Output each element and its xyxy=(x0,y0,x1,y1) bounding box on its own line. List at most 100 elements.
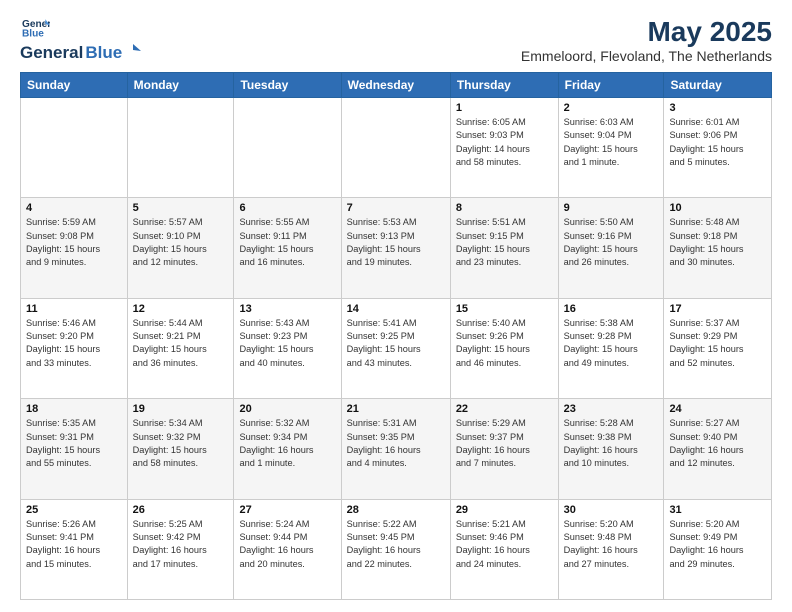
calendar-cell: 5 Sunrise: 5:57 AM Sunset: 9:10 PM Daylig… xyxy=(127,198,234,298)
day-info: Sunrise: 6:01 AM Sunset: 9:06 PM Dayligh… xyxy=(669,116,766,169)
calendar-cell xyxy=(21,98,128,198)
calendar-cell xyxy=(127,98,234,198)
day-info: Sunrise: 5:46 AM Sunset: 9:20 PM Dayligh… xyxy=(26,317,122,370)
subtitle: Emmeloord, Flevoland, The Netherlands xyxy=(521,48,772,64)
calendar-cell: 11 Sunrise: 5:46 AM Sunset: 9:20 PM Dayli… xyxy=(21,298,128,398)
calendar-cell: 12Sunrise: 5:44 AM Sunset: 9:21 PM Dayli… xyxy=(127,298,234,398)
main-title: May 2025 xyxy=(521,16,772,48)
day-info: Sunrise: 5:21 AM Sunset: 9:46 PM Dayligh… xyxy=(456,518,553,571)
calendar-cell: 22 Sunrise: 5:29 AM Sunset: 9:37 PM Dayli… xyxy=(450,399,558,499)
calendar-cell: 29Sunrise: 5:21 AM Sunset: 9:46 PM Dayli… xyxy=(450,499,558,599)
day-number: 16 xyxy=(564,303,659,315)
calendar-cell: 3 Sunrise: 6:01 AM Sunset: 9:06 PM Daylig… xyxy=(664,98,772,198)
day-info: Sunrise: 5:29 AM Sunset: 9:37 PM Dayligh… xyxy=(456,417,553,470)
calendar-header-row: SundayMondayTuesdayWednesdayThursdayFrid… xyxy=(21,73,772,98)
day-number: 7 xyxy=(347,202,445,214)
calendar-cell: 1Sunrise: 6:05 AM Sunset: 9:03 PM Daylig… xyxy=(450,98,558,198)
day-info: Sunrise: 5:24 AM Sunset: 9:44 PM Dayligh… xyxy=(239,518,335,571)
day-info: Sunrise: 5:22 AM Sunset: 9:45 PM Dayligh… xyxy=(347,518,445,571)
day-info: Sunrise: 6:03 AM Sunset: 9:04 PM Dayligh… xyxy=(564,116,659,169)
day-number: 5 xyxy=(133,202,229,214)
day-info: Sunrise: 5:55 AM Sunset: 9:11 PM Dayligh… xyxy=(239,216,335,269)
calendar-week-1: 1Sunrise: 6:05 AM Sunset: 9:03 PM Daylig… xyxy=(21,98,772,198)
day-number: 23 xyxy=(564,403,659,415)
day-info: Sunrise: 5:51 AM Sunset: 9:15 PM Dayligh… xyxy=(456,216,553,269)
page: General Blue General Blue May 2025 Emmel… xyxy=(0,0,792,612)
day-number: 27 xyxy=(239,504,335,516)
logo-bird-icon xyxy=(123,44,141,58)
calendar-cell xyxy=(341,98,450,198)
calendar-cell: 30Sunrise: 5:20 AM Sunset: 9:48 PM Dayli… xyxy=(558,499,664,599)
day-info: Sunrise: 5:26 AM Sunset: 9:41 PM Dayligh… xyxy=(26,518,122,571)
calendar-cell: 28 Sunrise: 5:22 AM Sunset: 9:45 PM Dayli… xyxy=(341,499,450,599)
title-block: May 2025 Emmeloord, Flevoland, The Nethe… xyxy=(521,16,772,64)
day-info: Sunrise: 5:57 AM Sunset: 9:10 PM Dayligh… xyxy=(133,216,229,269)
day-number: 21 xyxy=(347,403,445,415)
calendar-cell: 2 Sunrise: 6:03 AM Sunset: 9:04 PM Daylig… xyxy=(558,98,664,198)
calendar-cell: 31 Sunrise: 5:20 AM Sunset: 9:49 PM Dayli… xyxy=(664,499,772,599)
calendar-table: SundayMondayTuesdayWednesdayThursdayFrid… xyxy=(20,72,772,600)
day-info: Sunrise: 5:53 AM Sunset: 9:13 PM Dayligh… xyxy=(347,216,445,269)
calendar-cell: 26Sunrise: 5:25 AM Sunset: 9:42 PM Dayli… xyxy=(127,499,234,599)
calendar-week-5: 25 Sunrise: 5:26 AM Sunset: 9:41 PM Dayli… xyxy=(21,499,772,599)
calendar-cell xyxy=(234,98,341,198)
calendar-cell: 20 Sunrise: 5:32 AM Sunset: 9:34 PM Dayli… xyxy=(234,399,341,499)
day-number: 10 xyxy=(669,202,766,214)
day-info: Sunrise: 5:34 AM Sunset: 9:32 PM Dayligh… xyxy=(133,417,229,470)
day-number: 31 xyxy=(669,504,766,516)
calendar-cell: 8Sunrise: 5:51 AM Sunset: 9:15 PM Daylig… xyxy=(450,198,558,298)
calendar-cell: 9Sunrise: 5:50 AM Sunset: 9:16 PM Daylig… xyxy=(558,198,664,298)
day-info: Sunrise: 5:38 AM Sunset: 9:28 PM Dayligh… xyxy=(564,317,659,370)
day-number: 28 xyxy=(347,504,445,516)
day-info: Sunrise: 5:37 AM Sunset: 9:29 PM Dayligh… xyxy=(669,317,766,370)
calendar-cell: 23 Sunrise: 5:28 AM Sunset: 9:38 PM Dayli… xyxy=(558,399,664,499)
day-info: Sunrise: 5:32 AM Sunset: 9:34 PM Dayligh… xyxy=(239,417,335,470)
calendar-cell: 4 Sunrise: 5:59 AM Sunset: 9:08 PM Daylig… xyxy=(21,198,128,298)
logo-block: General Blue General Blue xyxy=(20,16,141,64)
day-info: Sunrise: 5:48 AM Sunset: 9:18 PM Dayligh… xyxy=(669,216,766,269)
day-number: 24 xyxy=(669,403,766,415)
day-info: Sunrise: 5:50 AM Sunset: 9:16 PM Dayligh… xyxy=(564,216,659,269)
day-number: 3 xyxy=(669,102,766,114)
day-info: Sunrise: 5:35 AM Sunset: 9:31 PM Dayligh… xyxy=(26,417,122,470)
weekday-header-monday: Monday xyxy=(127,73,234,98)
day-info: Sunrise: 5:59 AM Sunset: 9:08 PM Dayligh… xyxy=(26,216,122,269)
day-info: Sunrise: 5:41 AM Sunset: 9:25 PM Dayligh… xyxy=(347,317,445,370)
day-number: 6 xyxy=(239,202,335,214)
calendar-cell: 6 Sunrise: 5:55 AM Sunset: 9:11 PM Daylig… xyxy=(234,198,341,298)
day-number: 26 xyxy=(133,504,229,516)
day-info: Sunrise: 6:05 AM Sunset: 9:03 PM Dayligh… xyxy=(456,116,553,169)
day-info: Sunrise: 5:40 AM Sunset: 9:26 PM Dayligh… xyxy=(456,317,553,370)
weekday-header-friday: Friday xyxy=(558,73,664,98)
day-info: Sunrise: 5:28 AM Sunset: 9:38 PM Dayligh… xyxy=(564,417,659,470)
logo-icon: General Blue xyxy=(22,16,50,38)
day-number: 30 xyxy=(564,504,659,516)
day-number: 13 xyxy=(239,303,335,315)
logo: General Blue General Blue xyxy=(20,16,141,64)
weekday-header-saturday: Saturday xyxy=(664,73,772,98)
calendar-cell: 27 Sunrise: 5:24 AM Sunset: 9:44 PM Dayli… xyxy=(234,499,341,599)
day-info: Sunrise: 5:43 AM Sunset: 9:23 PM Dayligh… xyxy=(239,317,335,370)
day-number: 22 xyxy=(456,403,553,415)
calendar-cell: 14Sunrise: 5:41 AM Sunset: 9:25 PM Dayli… xyxy=(341,298,450,398)
calendar-cell: 17 Sunrise: 5:37 AM Sunset: 9:29 PM Dayli… xyxy=(664,298,772,398)
day-number: 20 xyxy=(239,403,335,415)
calendar-cell: 15 Sunrise: 5:40 AM Sunset: 9:26 PM Dayli… xyxy=(450,298,558,398)
day-number: 11 xyxy=(26,303,122,315)
day-number: 4 xyxy=(26,202,122,214)
calendar-week-3: 11 Sunrise: 5:46 AM Sunset: 9:20 PM Dayli… xyxy=(21,298,772,398)
day-number: 25 xyxy=(26,504,122,516)
day-number: 15 xyxy=(456,303,553,315)
calendar-cell: 10 Sunrise: 5:48 AM Sunset: 9:18 PM Dayli… xyxy=(664,198,772,298)
weekday-header-thursday: Thursday xyxy=(450,73,558,98)
day-number: 12 xyxy=(133,303,229,315)
day-number: 19 xyxy=(133,403,229,415)
day-number: 2 xyxy=(564,102,659,114)
calendar-cell: 19 Sunrise: 5:34 AM Sunset: 9:32 PM Dayli… xyxy=(127,399,234,499)
weekday-header-tuesday: Tuesday xyxy=(234,73,341,98)
calendar-cell: 21Sunrise: 5:31 AM Sunset: 9:35 PM Dayli… xyxy=(341,399,450,499)
weekday-header-sunday: Sunday xyxy=(21,73,128,98)
day-number: 17 xyxy=(669,303,766,315)
day-info: Sunrise: 5:20 AM Sunset: 9:49 PM Dayligh… xyxy=(669,518,766,571)
calendar-cell: 18Sunrise: 5:35 AM Sunset: 9:31 PM Dayli… xyxy=(21,399,128,499)
